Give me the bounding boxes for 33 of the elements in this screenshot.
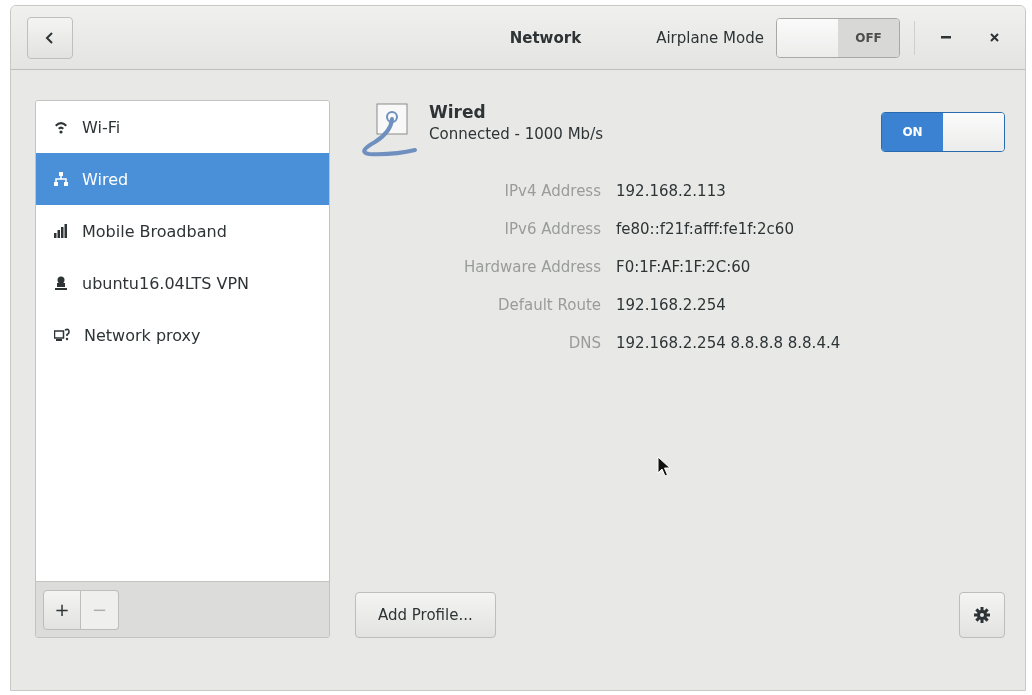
detail-label: Hardware Address <box>463 258 601 276</box>
detail-value: 192.168.2.254 <box>616 296 727 314</box>
proxy-icon <box>54 328 70 342</box>
detail-value: 192.168.2.113 <box>616 182 727 200</box>
detail-label: DNS <box>567 334 601 352</box>
sidebar-item[interactable]: Mobile Broadband <box>36 205 329 257</box>
detail-label: IPv4 Address <box>503 182 601 200</box>
vpn-icon <box>54 276 68 290</box>
airplane-mode-label: Airplane Mode <box>656 28 764 47</box>
window-title: Network <box>509 28 582 47</box>
toggle-switch[interactable]: OFF <box>776 17 900 58</box>
settings-icon <box>974 607 990 623</box>
sidebar-item[interactable]: Network proxy <box>36 309 329 361</box>
mouse-cursor-icon <box>657 456 671 478</box>
settings-button[interactable] <box>959 592 1005 638</box>
add-profile-button[interactable]: Add Profile... <box>355 592 496 638</box>
sidebar-item[interactable]: Wi-Fi <box>36 101 329 153</box>
detail-value: 192.168.2.254 8.8.8.8 8.8.4.4 <box>616 334 841 352</box>
toggle-switch[interactable]: ON <box>881 112 1005 152</box>
detail-label: Default Route <box>496 296 601 314</box>
chevron-left-icon <box>45 30 55 45</box>
detail-label: IPv6 Address <box>503 220 601 238</box>
minimize-icon <box>941 36 951 39</box>
detail-value: F0:1F:AF:1F:2C:60 <box>616 258 752 276</box>
connection-status: Connected - 1000 Mb/s <box>429 125 603 143</box>
wifi-icon <box>54 120 68 134</box>
close-icon <box>989 33 999 42</box>
sidebar-item[interactable]: ubuntu16.04LTS VPN <box>36 257 329 309</box>
detail-value: fe80::f21f:afff:fe1f:2c60 <box>616 220 795 238</box>
add-button[interactable]: + <box>43 589 81 630</box>
device-title: Wired <box>429 102 487 122</box>
network-icon <box>54 172 68 186</box>
signal-icon <box>54 224 68 238</box>
